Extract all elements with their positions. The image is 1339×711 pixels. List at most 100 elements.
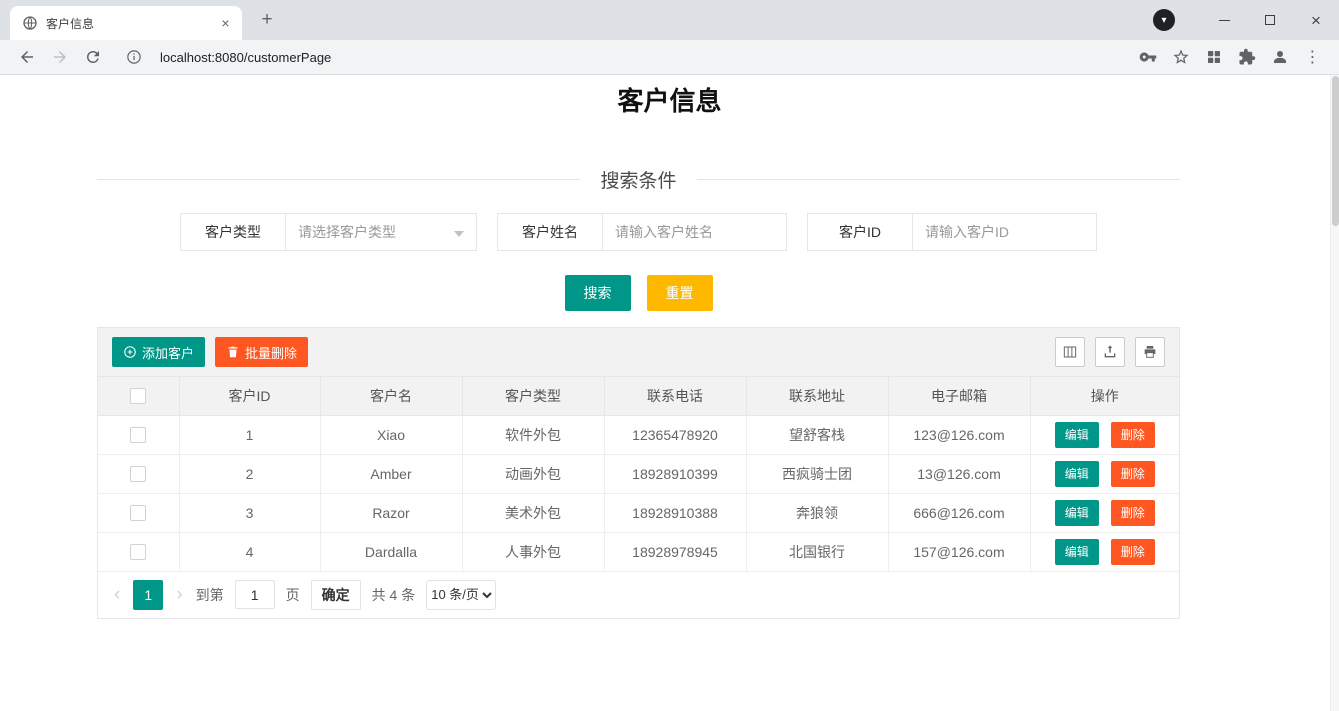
header-address: 联系地址 (746, 377, 889, 416)
customer-type-select[interactable]: 请选择客户类型 (285, 213, 477, 251)
goto-suffix-label: 页 (285, 586, 300, 603)
trash-icon (228, 346, 238, 358)
forward-button[interactable] (46, 44, 73, 71)
filter-columns-button[interactable] (1055, 337, 1085, 367)
cell-customer-id: 1 (179, 415, 321, 455)
customer-id-group: 客户ID (807, 213, 1097, 251)
search-button[interactable]: 搜索 (564, 275, 631, 311)
pagination: ‹ 1 › 到第 页 确定 共 4 条 10 条/页 (98, 572, 1179, 618)
browser-tab[interactable]: 客户信息 × (10, 6, 242, 40)
page-size-select[interactable]: 10 条/页 (426, 579, 497, 610)
search-section-divider: 搜索条件 (97, 166, 1180, 193)
cell-customer-type: 美术外包 (462, 493, 605, 533)
browser-menu-icon[interactable]: ⋮ (1299, 44, 1326, 71)
cell-address: 奔狼领 (746, 493, 889, 533)
cell-customer-id: 2 (179, 454, 321, 494)
customer-type-group: 客户类型 请选择客户类型 (180, 213, 477, 251)
table-row: 3 Razor 美术外包 18928910388 奔狼领 666@126.com… (98, 493, 1179, 533)
search-form: 客户类型 请选择客户类型 客户姓名 客户ID (97, 213, 1180, 251)
cell-address: 北国银行 (746, 532, 889, 572)
edit-button[interactable]: 编辑 (1054, 499, 1099, 526)
scrollbar[interactable] (1330, 74, 1339, 711)
delete-button[interactable]: 删除 (1110, 421, 1155, 448)
delete-button[interactable]: 删除 (1110, 460, 1155, 487)
header-operations: 操作 (1030, 377, 1179, 416)
customer-name-input[interactable] (602, 213, 787, 251)
browser-toolbar: localhost:8080/customerPage ⋮ (0, 40, 1339, 74)
row-checkbox[interactable] (130, 427, 147, 444)
tab-strip: 客户信息 × + ▾ × (0, 0, 1339, 40)
goto-prefix-label: 到第 (195, 586, 224, 603)
window-minimize-button[interactable] (1201, 2, 1247, 38)
url-text[interactable]: localhost:8080/customerPage (160, 50, 331, 65)
cell-phone: 18928910388 (604, 493, 747, 533)
site-info-icon[interactable] (120, 44, 147, 71)
media-controls-button[interactable]: ▾ (1153, 9, 1175, 31)
table-toolbar: 添加客户 批量删除 (98, 328, 1179, 377)
row-checkbox[interactable] (130, 505, 147, 522)
edit-button[interactable]: 编辑 (1054, 538, 1099, 565)
print-button[interactable] (1135, 337, 1165, 367)
current-page-button[interactable]: 1 (133, 579, 164, 610)
customer-table: 客户ID 客户名 客户类型 联系电话 联系地址 电子邮箱 操作 1 Xiao 软… (98, 377, 1179, 572)
cell-phone: 12365478920 (604, 415, 747, 455)
header-customer-id: 客户ID (179, 377, 321, 416)
cell-email: 123@126.com (888, 415, 1031, 455)
export-button[interactable] (1095, 337, 1125, 367)
customer-type-label: 客户类型 (180, 213, 286, 251)
goto-page-input[interactable] (234, 580, 275, 609)
cell-address: 望舒客栈 (746, 415, 889, 455)
header-phone: 联系电话 (604, 377, 747, 416)
new-tab-button[interactable]: + (256, 9, 278, 31)
prev-page-button[interactable]: ‹ (112, 584, 122, 606)
cell-email: 666@126.com (888, 493, 1031, 533)
reset-button[interactable]: 重置 (646, 275, 713, 311)
goto-confirm-button[interactable]: 确定 (310, 579, 361, 610)
cell-customer-type: 动画外包 (462, 454, 605, 494)
globe-favicon-icon (22, 15, 38, 31)
row-checkbox[interactable] (130, 544, 147, 561)
extensions-puzzle-icon[interactable] (1233, 44, 1260, 71)
total-count-label: 共 4 条 (371, 586, 416, 603)
edit-button[interactable]: 编辑 (1054, 460, 1099, 487)
page-title: 客户信息 (617, 86, 722, 116)
grid-extension-icon[interactable] (1200, 44, 1227, 71)
chevron-down-icon: ▾ (1161, 14, 1167, 26)
address-bar[interactable]: localhost:8080/customerPage (117, 44, 331, 71)
back-button[interactable] (13, 44, 40, 71)
cell-customer-id: 3 (179, 493, 321, 533)
batch-delete-label: 批量删除 (245, 345, 298, 361)
add-customer-label: 添加客户 (142, 345, 195, 361)
delete-button[interactable]: 删除 (1110, 538, 1155, 565)
table-row: 2 Amber 动画外包 18928910399 西疯骑士团 13@126.co… (98, 454, 1179, 494)
batch-delete-button[interactable]: 批量删除 (215, 337, 309, 367)
table-row: 1 Xiao 软件外包 12365478920 望舒客栈 123@126.com… (98, 415, 1179, 455)
cell-phone: 18928978945 (604, 532, 747, 572)
window-close-button[interactable]: × (1293, 2, 1339, 38)
refresh-button[interactable] (79, 44, 106, 71)
cell-customer-name: Amber (320, 454, 463, 494)
select-all-checkbox[interactable] (130, 388, 147, 405)
header-email: 电子邮箱 (888, 377, 1031, 416)
tab-title: 客户信息 (46, 16, 95, 31)
scrollbar-thumb[interactable] (1332, 76, 1339, 226)
customer-id-input[interactable] (912, 213, 1097, 251)
cell-phone: 18928910399 (604, 454, 747, 494)
cell-customer-id: 4 (179, 532, 321, 572)
cell-address: 西疯骑士团 (746, 454, 889, 494)
search-legend: 搜索条件 (600, 171, 677, 192)
next-page-button[interactable]: › (174, 584, 184, 606)
add-customer-button[interactable]: 添加客户 (112, 337, 206, 367)
password-key-icon[interactable] (1134, 44, 1161, 71)
customer-table-card: 添加客户 批量删除 客户ID 客户名 客户类型 联系电话 联系地址 电子邮箱 操… (97, 327, 1180, 619)
profile-avatar[interactable] (1266, 44, 1293, 71)
search-actions: 搜索 重置 (97, 275, 1180, 311)
cell-customer-name: Dardalla (320, 532, 463, 572)
bookmark-star-icon[interactable] (1167, 44, 1194, 71)
delete-button[interactable]: 删除 (1110, 499, 1155, 526)
row-checkbox[interactable] (130, 466, 147, 483)
window-maximize-button[interactable] (1247, 2, 1293, 38)
cell-customer-name: Razor (320, 493, 463, 533)
tab-close-icon[interactable]: × (217, 15, 234, 32)
edit-button[interactable]: 编辑 (1054, 421, 1099, 448)
